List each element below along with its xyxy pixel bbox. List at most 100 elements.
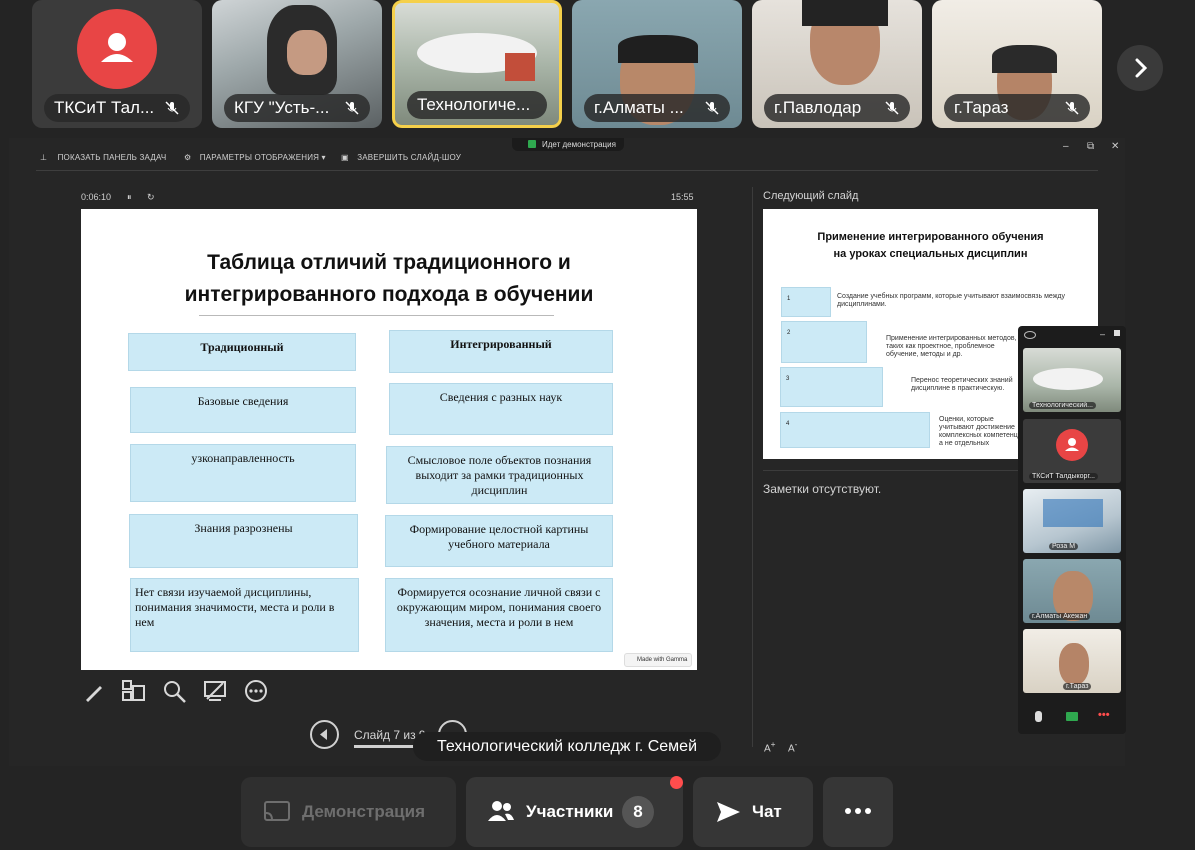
avatar xyxy=(77,9,157,89)
next-slide-title-line: на уроках специальных дисциплин xyxy=(833,248,1028,260)
pause-icon[interactable]: ⏸ xyxy=(127,192,132,203)
reset-timer-icon[interactable]: ↻ xyxy=(147,192,155,203)
show-taskbar-button[interactable]: ⊥ ПОКАЗАТЬ ПАНЕЛЬ ЗАДАЧ xyxy=(40,153,166,162)
participant-name: ТКСиТ Тал... xyxy=(44,94,190,122)
people-icon xyxy=(488,801,514,821)
mini-participant-name: г.Тараз xyxy=(1063,683,1092,690)
mini-participant-tile[interactable]: Роза М xyxy=(1023,489,1121,553)
panel-minimize-icon[interactable]: – xyxy=(1100,329,1105,339)
panel-maximize-icon[interactable] xyxy=(1114,330,1120,336)
next-slide-title: Применение интегрированного обучения на … xyxy=(763,229,1098,263)
mic-muted-icon xyxy=(1065,101,1079,115)
table-cell: Формирование целостной картины учебного … xyxy=(385,515,613,567)
next-participants-button[interactable] xyxy=(1117,45,1163,91)
video-feed xyxy=(992,45,1057,73)
restore-window-icon[interactable]: ⧉ xyxy=(1087,141,1094,152)
participant-tile[interactable]: ТКСиТ Тал... xyxy=(32,0,202,128)
share-status-icon xyxy=(528,140,536,148)
chat-button[interactable]: Чат xyxy=(693,777,813,847)
display-settings-button[interactable]: ⚙ ПАРАМЕТРЫ ОТОБРАЖЕНИЯ ▾ xyxy=(184,153,326,162)
slide-divider xyxy=(199,315,554,316)
chevron-right-icon xyxy=(1135,58,1148,78)
next-slide-item-number: 2 xyxy=(781,321,867,363)
participant-tooltip: Технологический колледж г. Семей xyxy=(413,732,721,761)
table-cell: Базовые сведения xyxy=(130,387,356,433)
mini-participant-tile[interactable]: ТКСиТ Талдыкорг... xyxy=(1023,419,1121,483)
minimize-window-icon[interactable]: – xyxy=(1063,141,1069,152)
show-taskbar-label: ПОКАЗАТЬ ПАНЕЛЬ ЗАДАЧ xyxy=(57,153,167,162)
taskbar-icon: ⊥ xyxy=(40,153,50,162)
all-slides-icon[interactable] xyxy=(122,680,146,707)
end-slideshow-button[interactable]: ▣ ЗАВЕРШИТЬ СЛАЙД-ШОУ xyxy=(341,153,461,162)
next-slide-item-number: 3 xyxy=(780,367,883,407)
mini-participant-tile[interactable]: г.Алматы Акежан xyxy=(1023,559,1121,623)
participant-tile-active[interactable]: Технологиче... xyxy=(392,0,562,128)
participant-name: КГУ "Усть-... xyxy=(224,94,370,122)
elapsed-timer: 0:06:10 xyxy=(81,192,112,202)
participants-button[interactable]: Участники 8 xyxy=(466,777,683,847)
table-cell: Смысловое поле объектов познания выходит… xyxy=(386,446,613,504)
more-dots-icon xyxy=(845,808,871,814)
cast-icon xyxy=(264,801,290,821)
screen-share-icon[interactable] xyxy=(1066,712,1078,721)
table-cell: узконаправленность xyxy=(130,444,356,502)
panel-divider xyxy=(752,187,753,747)
display-settings-label: ПАРАМЕТРЫ ОТОБРАЖЕНИЯ ▾ xyxy=(199,153,326,162)
current-slide: Таблица отличий традиционного и интегрир… xyxy=(81,209,697,670)
participant-tile[interactable]: г.Тараз xyxy=(932,0,1102,128)
table-cell: Знания разрознены xyxy=(129,514,358,568)
zoom-icon[interactable] xyxy=(163,680,187,709)
avatar xyxy=(1056,429,1088,461)
mini-participant-name: Технологический... xyxy=(1029,402,1097,409)
slide-title: Таблица отличий традиционного и интегрир… xyxy=(81,247,697,311)
floating-participants-panel[interactable]: – Технологический... ТКСиТ Талдыкорг... … xyxy=(1018,326,1126,734)
mic-muted-icon xyxy=(705,101,719,115)
participants-button-label: Участники xyxy=(526,802,614,821)
mini-participant-tile[interactable]: г.Тараз xyxy=(1023,629,1121,693)
end-slideshow-icon: ▣ xyxy=(341,153,352,162)
more-options-icon[interactable] xyxy=(244,679,268,708)
made-with-gamma-badge: Made with Gamma xyxy=(624,653,692,667)
next-slide-item-number: 4 xyxy=(780,412,930,448)
screen-share-badge-text: Идет демонстрация xyxy=(542,140,616,149)
more-icon[interactable]: ••• xyxy=(1098,709,1110,721)
pen-tool-icon[interactable] xyxy=(83,681,105,708)
table-header-cell: Традиционный xyxy=(128,333,356,371)
prev-slide-button[interactable] xyxy=(310,720,339,749)
participant-name-text: КГУ "Усть-... xyxy=(234,98,330,117)
demo-button[interactable]: Демонстрация xyxy=(241,777,456,847)
participant-name-text: г.Алматы ... xyxy=(594,98,684,117)
participant-tile[interactable]: г.Алматы ... xyxy=(572,0,742,128)
clock: 15:55 xyxy=(671,192,694,202)
slide-progress-bar xyxy=(354,745,414,748)
participant-name: г.Алматы ... xyxy=(584,94,730,122)
video-feed xyxy=(1033,368,1103,390)
mic-icon[interactable] xyxy=(1035,711,1042,722)
more-button[interactable] xyxy=(823,777,893,847)
video-feed xyxy=(1043,499,1103,527)
participant-tile[interactable]: КГУ "Усть-... xyxy=(212,0,382,128)
speaker-notes: Заметки отсутствуют. xyxy=(763,482,882,496)
send-icon xyxy=(717,802,740,822)
mini-participant-tile[interactable]: Технологический... xyxy=(1023,348,1121,412)
participant-tile[interactable]: г.Павлодар xyxy=(752,0,922,128)
mic-muted-icon xyxy=(885,101,899,115)
chat-button-label: Чат xyxy=(752,802,782,821)
decrease-font-icon[interactable]: A- xyxy=(788,739,797,754)
video-feed xyxy=(1059,643,1089,685)
conference-window: ТКСиТ Тал... КГУ "Усть-... Технологиче..… xyxy=(0,0,1195,850)
increase-font-icon[interactable]: A+ xyxy=(764,739,776,754)
participant-name: г.Тараз xyxy=(944,94,1090,122)
table-cell: Формируется осознание личной связи с окр… xyxy=(385,578,613,652)
toolbar-divider xyxy=(36,170,1098,171)
table-cell: Нет связи изучаемой дисциплины, понимани… xyxy=(130,578,359,652)
next-slide-item-text: Перенос теоретических знаний дисциплине … xyxy=(911,377,1013,392)
next-slide-item-text: Применение интегрированных методов, таки… xyxy=(886,335,1017,358)
mini-participant-name: ТКСиТ Талдыкорг... xyxy=(1029,473,1098,480)
next-slide-item-text: Создание учебных программ, которые учиты… xyxy=(837,293,1065,308)
close-window-icon[interactable]: ✕ xyxy=(1111,141,1119,152)
mic-muted-icon xyxy=(345,101,359,115)
mini-participant-name: Роза М xyxy=(1049,543,1079,550)
screen-mode-icon[interactable] xyxy=(203,679,227,708)
video-feed xyxy=(618,35,698,63)
